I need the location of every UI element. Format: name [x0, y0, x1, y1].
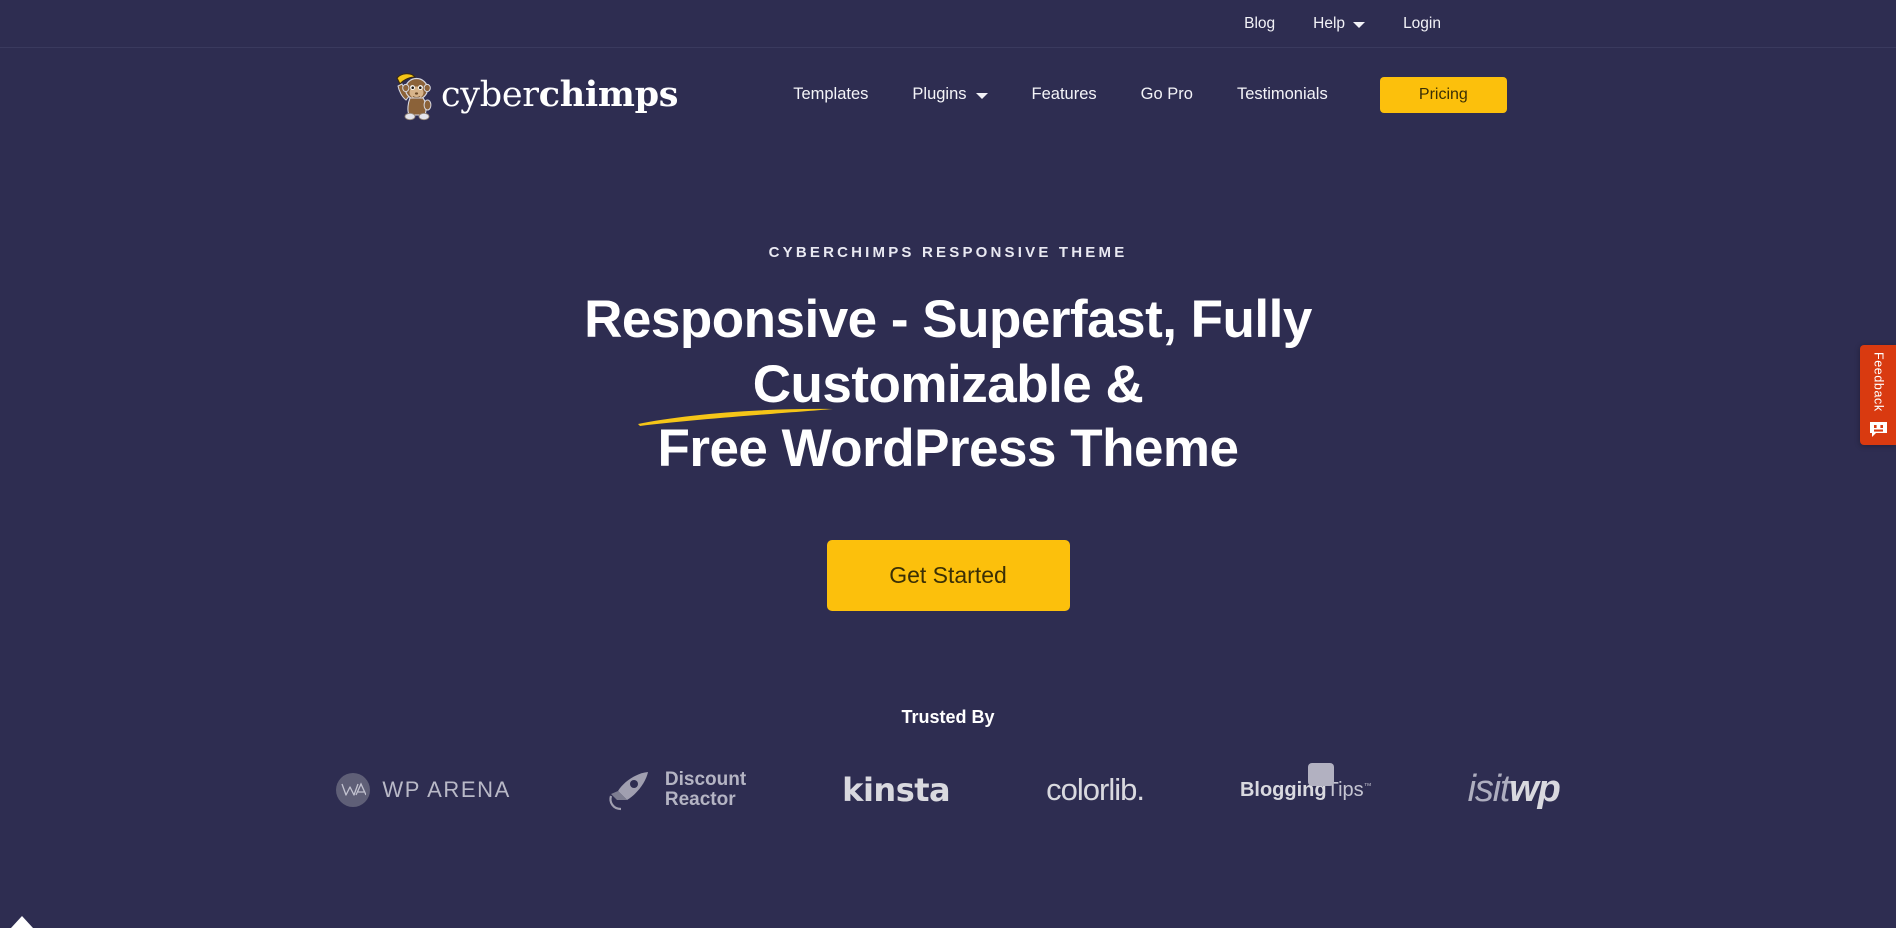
- hero-headline-line2: Free WordPress Theme: [657, 419, 1239, 479]
- hero-section: CYBERCHIMPS RESPONSIVE THEME Responsive …: [0, 141, 1896, 611]
- trusted-by-title: Trusted By: [901, 706, 995, 727]
- nav-item-templates-label: Templates: [793, 85, 869, 104]
- hero-headline-line1: Responsive - Superfast, Fully Customizab…: [584, 290, 1312, 414]
- brand-logo-wp-arena: WP ARENA: [336, 772, 511, 807]
- chimp-with-banana-logo-icon: [396, 72, 432, 120]
- colorlib-label: colorlib.: [1046, 771, 1145, 807]
- discount-reactor-line1: Discount: [664, 769, 747, 791]
- scroll-up-marker-icon[interactable]: [11, 916, 33, 928]
- wp-arena-label: WP ARENA: [382, 776, 511, 802]
- brand-logo-isitwp: isitwp: [1467, 768, 1561, 811]
- site-logo[interactable]: cyberchimps: [389, 69, 679, 121]
- hero-headline-wrapper: Responsive - Superfast, Fully Customizab…: [418, 288, 1478, 482]
- top-utility-links: Blog Help Login: [1244, 16, 1441, 32]
- discount-reactor-line2: Reactor: [664, 788, 736, 810]
- wp-arena-badge-icon: [336, 772, 371, 807]
- trusted-by-section: Trusted By WP ARENA Discount Reactor kin…: [0, 708, 1896, 812]
- site-header: cyberchimps Templates Plugins Features G…: [0, 48, 1896, 141]
- isitwp-bold: wp: [1509, 768, 1561, 811]
- get-started-button[interactable]: Get Started: [826, 539, 1070, 611]
- nav-item-templates[interactable]: Templates: [793, 86, 868, 103]
- logo-text-cyber: cyber: [441, 74, 539, 115]
- brand-logo-kinsta: kinsta: [842, 771, 950, 809]
- kinsta-label: kinsta: [842, 770, 951, 809]
- chevron-down-icon: [1353, 21, 1366, 28]
- hero-cta-wrapper: Get Started: [0, 482, 1896, 611]
- pricing-button[interactable]: Pricing: [1379, 76, 1507, 113]
- smiley-face-icon: [1869, 421, 1887, 437]
- feedback-tab[interactable]: Feedback: [1860, 345, 1896, 445]
- bloggingtips-square-icon: [1307, 762, 1334, 786]
- brand-logo-discount-reactor: Discount Reactor: [607, 768, 746, 812]
- feedback-tab-label: Feedback: [1871, 352, 1886, 412]
- logo-text-chimps: chimps: [538, 73, 679, 115]
- nav-item-testimonials-label: Testimonials: [1236, 85, 1328, 104]
- main-navigation: Templates Plugins Features Go Pro Testim…: [793, 86, 1328, 103]
- nav-item-go-pro-label: Go Pro: [1140, 85, 1193, 104]
- bloggingtips-label: BloggingTips™: [1240, 780, 1372, 800]
- topbar-link-login-label: Login: [1403, 14, 1441, 32]
- trusted-by-logo-row: WP ARENA Discount Reactor kinsta colorli…: [0, 762, 1896, 812]
- chevron-down-icon: [975, 92, 988, 99]
- topbar-link-blog-label: Blog: [1244, 14, 1276, 32]
- isitwp-label: isitwp: [1467, 768, 1561, 811]
- nav-item-features[interactable]: Features: [1032, 86, 1097, 103]
- topbar-link-login[interactable]: Login: [1403, 16, 1441, 32]
- wa-monogram-icon: [341, 782, 367, 796]
- nav-item-plugins[interactable]: Plugins: [912, 85, 988, 104]
- brand-logo-bloggingtips: BloggingTips™: [1240, 762, 1372, 800]
- nav-item-testimonials[interactable]: Testimonials: [1237, 86, 1328, 103]
- nav-item-plugins-label: Plugins: [912, 85, 967, 104]
- page-root: Blog Help Login cyberchimps Templates Pl…: [0, 0, 1896, 928]
- rocket-icon: [609, 771, 648, 811]
- topbar-link-help-label: Help: [1313, 14, 1346, 32]
- hero-headline: Responsive - Superfast, Fully Customizab…: [418, 288, 1478, 482]
- bloggingtips-trademark: ™: [1363, 781, 1372, 791]
- topbar-link-blog[interactable]: Blog: [1244, 16, 1275, 32]
- hero-eyebrow: CYBERCHIMPS RESPONSIVE THEME: [768, 244, 1128, 261]
- brand-logo-colorlib: colorlib.: [1046, 771, 1145, 808]
- top-utility-bar: Blog Help Login: [0, 0, 1896, 48]
- topbar-link-help[interactable]: Help: [1313, 14, 1366, 32]
- isitwp-light: isit: [1467, 768, 1511, 811]
- nav-item-go-pro[interactable]: Go Pro: [1141, 86, 1193, 103]
- discount-reactor-label: Discount Reactor: [665, 770, 746, 810]
- nav-item-features-label: Features: [1031, 85, 1097, 104]
- site-logo-text: cyberchimps: [441, 73, 679, 115]
